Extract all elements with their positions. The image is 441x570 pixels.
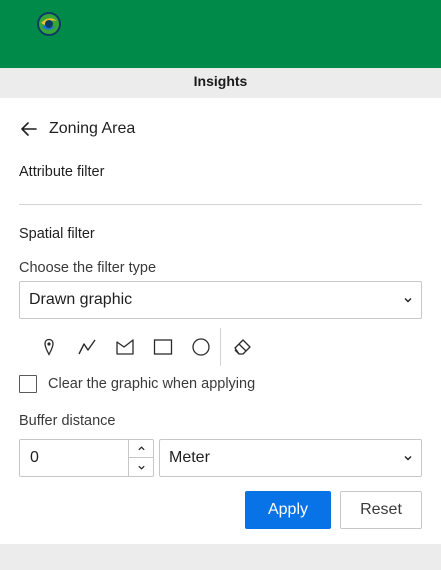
app-header xyxy=(0,0,441,68)
decrement-button[interactable] xyxy=(129,458,153,476)
page-title: Insights xyxy=(0,68,441,98)
filter-type-label: Choose the filter type xyxy=(19,260,157,276)
chevron-down-icon xyxy=(404,456,412,461)
spatial-filter-heading: Spatial filter xyxy=(19,226,95,242)
back-button[interactable]: Zoning Area xyxy=(19,118,135,140)
section-divider xyxy=(19,204,422,205)
polyline-tool[interactable] xyxy=(68,331,106,363)
toolbar-divider xyxy=(220,328,221,366)
attribute-filter-section[interactable]: Attribute filter xyxy=(19,164,104,180)
clear-graphic-option[interactable]: Clear the graphic when applying xyxy=(19,375,255,393)
buffer-unit-value: Meter xyxy=(169,449,210,466)
increment-button[interactable] xyxy=(129,440,153,458)
buffer-distance-stepper xyxy=(19,439,154,477)
apply-button[interactable]: Apply xyxy=(245,491,331,529)
filter-type-value: Drawn graphic xyxy=(29,291,133,308)
circle-tool[interactable] xyxy=(182,331,220,363)
green-globe-logo-icon xyxy=(37,12,61,36)
buffer-distance-label: Buffer distance xyxy=(19,413,116,429)
circle-icon xyxy=(192,338,210,356)
buffer-distance-input[interactable] xyxy=(20,440,128,476)
chevron-down-icon xyxy=(404,298,412,303)
clear-graphic-checkbox[interactable] xyxy=(19,375,37,393)
reset-button[interactable]: Reset xyxy=(340,491,422,529)
rectangle-tool[interactable] xyxy=(144,331,182,363)
panel-title: Zoning Area xyxy=(49,120,136,137)
eraser-icon xyxy=(234,339,251,355)
map-pin-icon xyxy=(44,338,54,356)
polygon-tool[interactable] xyxy=(106,331,144,363)
drawing-toolbar xyxy=(30,328,261,366)
arrow-left-icon xyxy=(21,122,37,136)
chevron-down-icon xyxy=(137,465,145,470)
clear-graphic-label: Clear the graphic when applying xyxy=(48,376,256,392)
point-tool[interactable] xyxy=(30,331,68,363)
stepper-controls xyxy=(128,440,153,476)
buffer-unit-select[interactable]: Meter xyxy=(159,439,422,477)
rectangle-icon xyxy=(153,339,173,355)
filter-type-select[interactable]: Drawn graphic xyxy=(19,281,422,319)
filter-panel: Zoning Area Attribute filter Spatial fil… xyxy=(0,98,441,544)
polyline-icon xyxy=(78,339,96,355)
polygon-icon xyxy=(116,339,134,355)
eraser-tool[interactable] xyxy=(223,331,261,363)
chevron-up-icon xyxy=(137,446,145,451)
